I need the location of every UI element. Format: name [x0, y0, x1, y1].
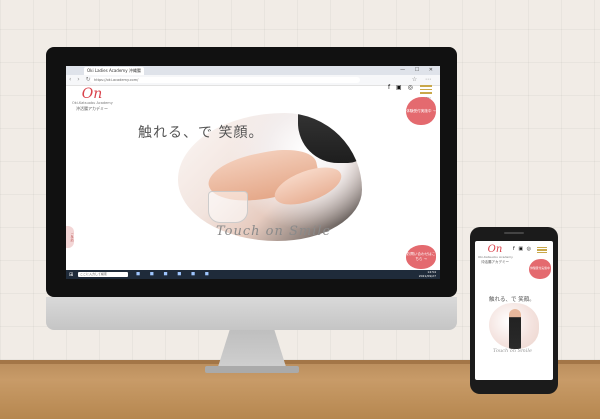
address-bar: ‹ › ↻ https://oki-academy.com/ ☆ ⋯ [66, 75, 440, 86]
phone-logo-mark: On [487, 244, 503, 255]
phone-hamburger-icon [537, 246, 547, 248]
hamburger-bar [420, 88, 432, 90]
hero-headline: 触れる、で 笑顔。 [138, 125, 264, 141]
desktop-screen: Oki Ladies Academy 沖縄腸 — ☐ ✕ ‹ › ↻ https… [66, 66, 440, 279]
windows-taskbar: ⊞ ここに入力して検索 ◼ ◼ ◼ ◼ ◼ ◼ 14:54 2021/09/27 [66, 270, 440, 279]
phone-headline: 触れる、で 笑顔。 [489, 297, 535, 303]
phone-menu-button[interactable] [537, 245, 547, 255]
browser-tab[interactable]: Oki Ladies Academy 沖縄腸 [84, 67, 144, 75]
imac-chin [46, 297, 457, 330]
clock-date: 2021/09/27 [418, 273, 436, 278]
phone-hero-image [489, 303, 539, 349]
hamburger-bar [420, 92, 432, 94]
taskbar-search-input[interactable]: ここに入力して検索 [78, 272, 128, 277]
phone-logo-english: Oki-Katsuobu Academy [478, 255, 513, 259]
imac-stand-foot [205, 366, 299, 373]
phone-hero-person [509, 309, 521, 349]
taskbar-apps-icon[interactable]: ◼ ◼ ◼ ◼ ◼ ◼ [136, 271, 213, 277]
mockup-scene: Oki Ladies Academy 沖縄腸 — ☐ ✕ ‹ › ↻ https… [0, 0, 600, 419]
browser-titlebar: Oki Ladies Academy 沖縄腸 — ☐ ✕ [66, 66, 440, 75]
phone-social-icons[interactable]: f ▣ ◎ [513, 246, 532, 252]
phone-trial-bubble[interactable]: 体験受付実施中 [529, 259, 551, 279]
phone-screen: On Oki-Katsuobu Academy 沖活腸アカデミー f ▣ ◎ 体… [475, 241, 553, 380]
url-field[interactable]: https://oki-academy.com/ [90, 77, 360, 83]
side-reservation-tab[interactable]: ご予約 [66, 226, 74, 248]
phone-logo-japanese: 沖活腸アカデミー [481, 260, 509, 264]
hamburger-icon [420, 85, 432, 87]
phone-script-text: Touch on Smile [493, 348, 532, 354]
phone-site-logo[interactable]: On Oki-Katsuobu Academy 沖活腸アカデミー [478, 244, 513, 265]
contact-bubble-button[interactable]: お問い合わせはこちら → [406, 245, 436, 269]
taskbar-clock: 14:54 2021/09/27 [418, 270, 436, 278]
phone-hamburger-bar [537, 249, 547, 251]
hero-glass-cup [208, 191, 248, 223]
hero-script-text: Touch on Smile [216, 224, 332, 239]
phone-hamburger-bar [537, 252, 547, 254]
site-logo[interactable]: On Oki-Katsuobu Academy 沖活腸アカデミー [72, 86, 113, 112]
browser-tools-icon[interactable]: ☆ ⋯ [412, 76, 434, 83]
windows-start-icon[interactable]: ⊞ [69, 272, 73, 278]
window-controls[interactable]: — ☐ ✕ [400, 67, 437, 73]
logo-english: Oki-Katsuobu Academy [72, 101, 113, 105]
logo-japanese: 沖活腸アカデミー [76, 106, 108, 111]
logo-mark: On [81, 86, 103, 102]
phone-speaker [504, 232, 524, 234]
trial-bubble-button[interactable]: 体験受付実施中 → [406, 97, 436, 125]
social-icons[interactable]: f ▣ ◎ [388, 84, 415, 91]
